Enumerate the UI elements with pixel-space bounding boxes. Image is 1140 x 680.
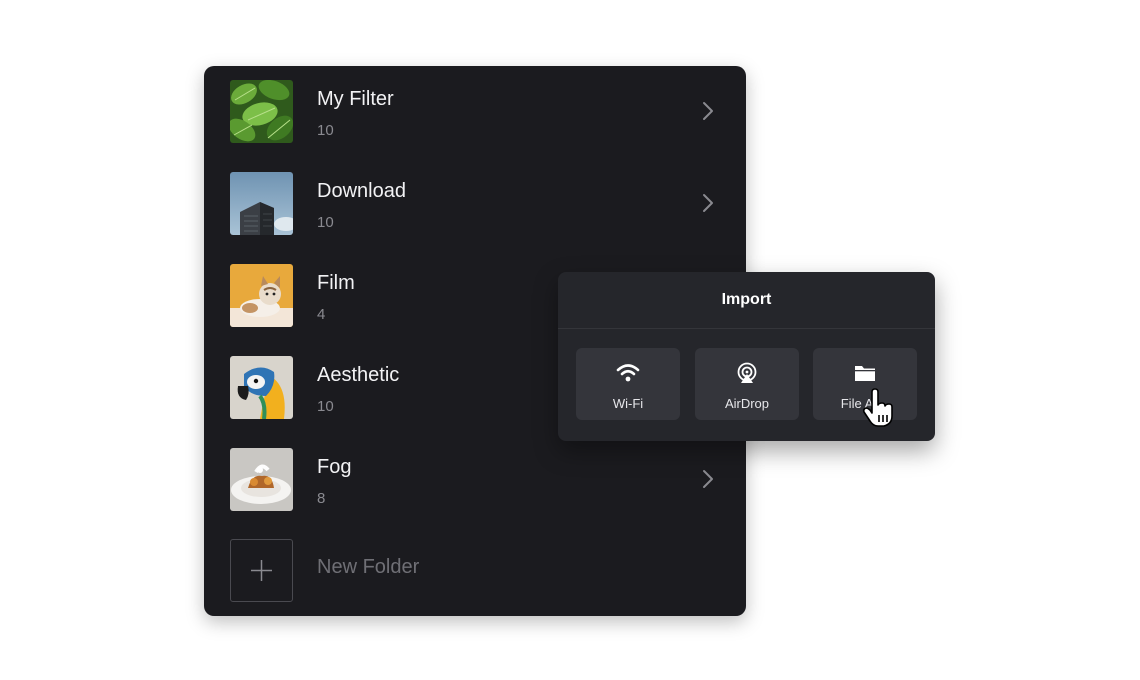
hand-cursor-icon: [862, 388, 893, 427]
chevron-right-icon: [703, 470, 713, 488]
folder-title: Film: [317, 272, 355, 294]
plus-icon: [230, 539, 293, 602]
kitten-thumbnail: [230, 264, 293, 327]
new-folder-button[interactable]: New Folder: [204, 532, 746, 616]
folder-count: 8: [317, 490, 326, 507]
parrot-thumbnail: [230, 356, 293, 419]
import-airdrop-button[interactable]: AirDrop: [695, 348, 799, 420]
airdrop-label: AirDrop: [724, 396, 770, 411]
folder-row-my-filter[interactable]: My Filter 10: [204, 66, 746, 158]
import-title: Import: [721, 291, 772, 308]
folder-icon: [855, 366, 875, 381]
leaves-thumbnail: [230, 80, 293, 143]
folder-title: My Filter: [317, 88, 394, 110]
chevron-right-icon: [703, 102, 713, 120]
wifi-label: Wi-Fi: [612, 396, 644, 411]
folder-count: 10: [317, 122, 334, 139]
folder-title: Fog: [317, 456, 352, 478]
building-thumbnail: [230, 172, 293, 235]
folder-count: 4: [317, 306, 326, 323]
folder-title: Download: [317, 180, 406, 202]
folder-row-download[interactable]: Download 10: [204, 158, 746, 250]
folder-row-fog[interactable]: Fog 8: [204, 434, 746, 526]
folder-count: 10: [317, 214, 334, 231]
import-wifi-button[interactable]: Wi-Fi: [576, 348, 680, 420]
new-folder-label: New Folder: [317, 556, 420, 578]
folder-count: 10: [317, 398, 334, 415]
folder-title: Aesthetic: [317, 364, 400, 386]
wifi-icon: [616, 364, 640, 382]
airdrop-icon: [737, 362, 757, 383]
food-thumbnail: [230, 448, 293, 511]
chevron-right-icon: [703, 194, 713, 212]
divider: [558, 328, 935, 329]
